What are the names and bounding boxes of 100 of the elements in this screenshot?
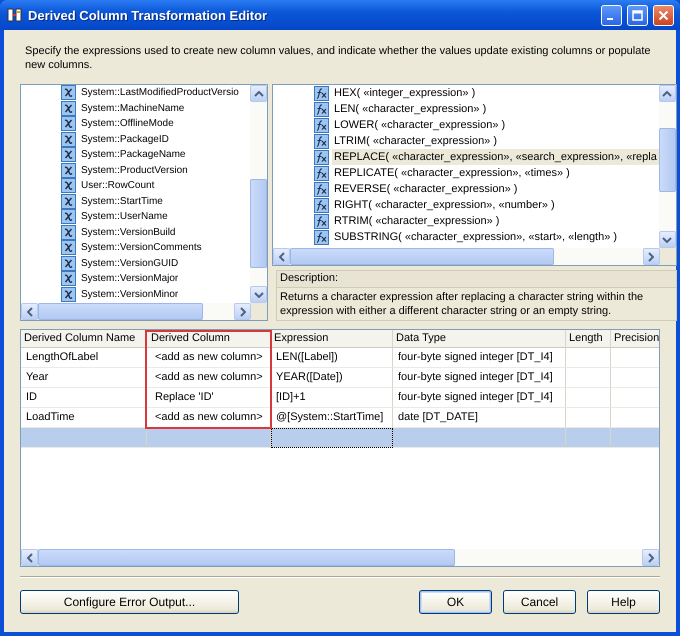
horizontal-scrollbar[interactable]: [21, 303, 252, 320]
description-text: Returns a character expression after replacing a character string within the expression with either a different character string or an empty string.: [279, 290, 644, 319]
variable-icon: [61, 162, 76, 178]
scroll-left-button[interactable]: [21, 549, 38, 566]
scroll-left-button[interactable]: [273, 248, 290, 265]
empty-cell[interactable]: [566, 388, 611, 408]
scrollbar-thumb[interactable]: [38, 549, 455, 566]
variable-item[interactable]: System::OfflineMode: [79, 116, 176, 132]
variable-item[interactable]: System::VersionGUID: [79, 256, 180, 271]
window-title: Derived Column Transformation Editor: [28, 8, 268, 22]
function-item[interactable]: SUBSTRING( «character_expression», «start», «length» ): [332, 229, 620, 245]
variable-icon: [61, 116, 76, 132]
scroll-right-button[interactable]: [642, 248, 660, 265]
close-button[interactable]: [653, 4, 674, 26]
function-item[interactable]: REPLICATE( «character_expression», «times» ): [332, 165, 572, 181]
scrollbar-corner: [251, 303, 267, 320]
table-cell[interactable]: LengthOfLabel: [21, 348, 147, 368]
variable-icon: [61, 100, 76, 116]
scroll-down-button[interactable]: [658, 231, 676, 248]
variable-item[interactable]: System::VersionBuild: [79, 224, 178, 240]
table-cell[interactable]: ID: [21, 388, 147, 408]
function-icon: [314, 150, 329, 164]
scroll-right-button[interactable]: [642, 549, 659, 566]
column-header[interactable]: Expression: [271, 330, 393, 348]
table-cell[interactable]: <add as new column>: [147, 348, 271, 368]
column-header[interactable]: Data Type: [393, 330, 566, 348]
function-item[interactable]: LEN( «character_expression» ): [332, 101, 488, 117]
description-label: Description:: [277, 271, 676, 288]
variable-icon: [61, 224, 76, 240]
help-button[interactable]: Help: [587, 590, 660, 614]
selected-row[interactable]: [21, 428, 659, 448]
variable-item[interactable]: User::RowCount: [79, 178, 156, 194]
variable-item[interactable]: System::MachineName: [79, 100, 186, 116]
table-cell[interactable]: Year: [21, 368, 147, 388]
table-cell[interactable]: YEAR([Date]): [271, 368, 393, 388]
variable-icon: [61, 132, 76, 147]
table-cell[interactable]: <add as new column>: [147, 408, 271, 428]
scroll-right-button[interactable]: [234, 303, 252, 320]
scrollbar-thumb[interactable]: [290, 248, 554, 265]
table-cell[interactable]: four-byte signed integer [DT_I4]: [393, 348, 566, 368]
maximize-icon: [632, 10, 643, 20]
variable-icon: [61, 85, 76, 100]
function-icon: [314, 118, 329, 132]
vertical-scrollbar[interactable]: [658, 85, 676, 248]
column-header[interactable]: Derived Column Name: [21, 330, 147, 348]
horizontal-scrollbar[interactable]: [21, 549, 659, 566]
function-item[interactable]: RTRIM( «character_expression» ): [332, 213, 502, 229]
scroll-down-button[interactable]: [250, 286, 267, 303]
variable-item[interactable]: System::VersionComments: [79, 240, 204, 256]
table-cell[interactable]: LEN([Label]): [271, 348, 393, 368]
function-item[interactable]: RIGHT( «character_expression», «number» ): [332, 197, 557, 213]
function-icon: [314, 182, 329, 196]
variable-icon: [61, 256, 76, 271]
variable-item[interactable]: System::StartTime: [79, 194, 165, 209]
ok-button[interactable]: OK: [419, 590, 492, 614]
function-item[interactable]: HEX( «integer_expression» ): [332, 85, 478, 101]
empty-cell[interactable]: [566, 348, 611, 368]
scroll-left-button[interactable]: [21, 303, 38, 320]
configure-error-output-button[interactable]: Configure Error Output...: [20, 590, 239, 614]
horizontal-scrollbar[interactable]: [273, 248, 660, 265]
scroll-up-button[interactable]: [250, 85, 267, 102]
function-item[interactable]: REPLACE( «character_expression», «search_expression», «repla: [332, 149, 659, 165]
column-header[interactable]: Length: [566, 330, 611, 348]
cancel-button[interactable]: Cancel: [503, 590, 576, 614]
variable-item[interactable]: System::UserName: [79, 209, 170, 224]
variable-item[interactable]: System::ProductVersion: [79, 162, 190, 178]
function-item[interactable]: LOWER( «character_expression» ): [332, 117, 508, 133]
variable-item[interactable]: System::LastModifiedProductVersio: [79, 85, 241, 100]
variable-icon: [61, 271, 76, 286]
scrollbar-thumb[interactable]: [250, 179, 267, 268]
scroll-up-button[interactable]: [658, 85, 676, 102]
close-icon: [658, 10, 669, 20]
table-cell[interactable]: four-byte signed integer [DT_I4]: [393, 388, 566, 408]
instruction-text: Specify the expressions used to create new column values, and indicate whether the values update existing columns or populate new columns.: [25, 44, 652, 73]
table-cell[interactable]: [ID]+1: [271, 388, 393, 408]
table-cell[interactable]: Replace 'ID': [147, 388, 271, 408]
function-item[interactable]: LTRIM( «character_expression» ): [332, 133, 500, 149]
empty-cell[interactable]: [566, 368, 611, 388]
variable-item[interactable]: System::PackageName: [79, 147, 188, 162]
app-icon: [7, 7, 23, 23]
function-item[interactable]: REVERSE( «character_expression» ): [332, 181, 520, 197]
variable-item[interactable]: System::PackageID: [79, 132, 171, 147]
minimize-icon: [606, 18, 612, 20]
scrollbar-thumb[interactable]: [658, 128, 676, 192]
vertical-scrollbar[interactable]: [250, 85, 267, 303]
scrollbar-thumb[interactable]: [38, 303, 203, 320]
function-icon: [314, 198, 329, 212]
variable-item[interactable]: System::VersionMajor: [79, 271, 180, 286]
table-cell[interactable]: four-byte signed integer [DT_I4]: [393, 368, 566, 388]
variable-item[interactable]: System::VersionMinor: [79, 286, 180, 302]
variable-icon: [61, 209, 76, 224]
minimize-button[interactable]: [601, 4, 622, 26]
variable-icon: [61, 240, 76, 256]
function-icon: [314, 102, 329, 116]
maximize-button[interactable]: [627, 4, 648, 26]
function-icon: [314, 86, 329, 100]
table-cell[interactable]: <add as new column>: [147, 368, 271, 388]
column-header[interactable]: Precision: [611, 330, 659, 348]
variable-icon: [61, 286, 76, 302]
focused-cell[interactable]: [271, 428, 393, 448]
